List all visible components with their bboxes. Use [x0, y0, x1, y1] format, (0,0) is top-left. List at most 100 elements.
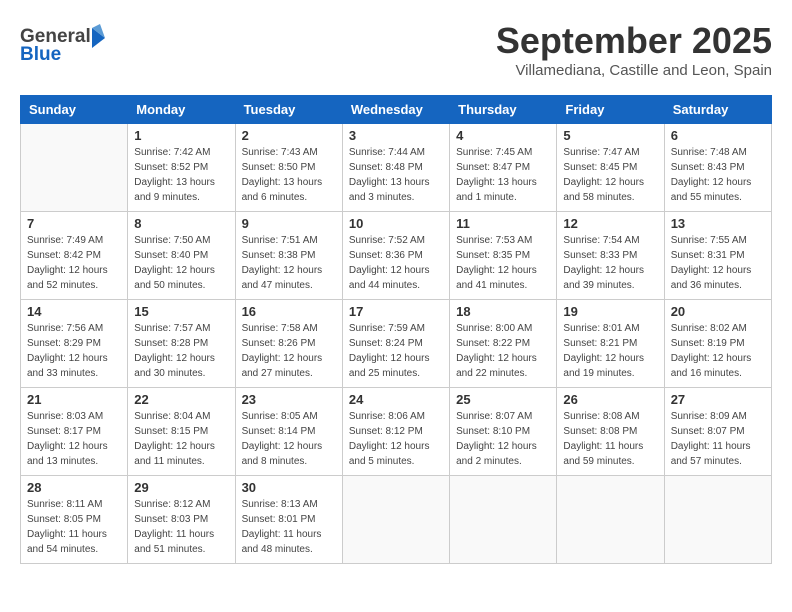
- day-number: 25: [456, 392, 550, 407]
- day-number: 14: [27, 304, 121, 319]
- day-info: Sunrise: 7:57 AMSunset: 8:28 PMDaylight:…: [134, 321, 228, 381]
- calendar-cell: 22 Sunrise: 8:04 AMSunset: 8:15 PMDayligh…: [128, 388, 235, 476]
- logo-icon: General Blue: [20, 20, 110, 65]
- calendar-cell: 10Sunrise: 7:52 AMSunset: 8:36 PMDayligh…: [342, 212, 449, 300]
- day-number: 13: [671, 216, 765, 231]
- day-number: 2: [242, 128, 336, 143]
- day-info: Sunrise: 7:54 AMSunset: 8:33 PMDaylight:…: [563, 233, 657, 293]
- calendar-cell: 2 Sunrise: 7:43 AMSunset: 8:50 PMDaylight…: [235, 124, 342, 212]
- day-number: 9: [242, 216, 336, 231]
- day-number: 24: [349, 392, 443, 407]
- calendar-cell: [342, 476, 449, 564]
- calendar-cell: 30 Sunrise: 8:13 AMSunset: 8:01 PMDayligh…: [235, 476, 342, 564]
- weekday-header-row: SundayMondayTuesdayWednesdayThursdayFrid…: [21, 96, 772, 124]
- calendar-cell: 23Sunrise: 8:05 AMSunset: 8:14 PMDayligh…: [235, 388, 342, 476]
- day-number: 27: [671, 392, 765, 407]
- weekday-header-wednesday: Wednesday: [342, 96, 449, 124]
- calendar-cell: 12 Sunrise: 7:54 AMSunset: 8:33 PMDayligh…: [557, 212, 664, 300]
- day-info: Sunrise: 7:44 AMSunset: 8:48 PMDaylight:…: [349, 145, 443, 205]
- week-row-2: 7Sunrise: 7:49 AMSunset: 8:42 PMDaylight…: [21, 212, 772, 300]
- weekday-header-saturday: Saturday: [664, 96, 771, 124]
- calendar-cell: 19 Sunrise: 8:01 AMSunset: 8:21 PMDayligh…: [557, 300, 664, 388]
- calendar-cell: 9 Sunrise: 7:51 AMSunset: 8:38 PMDaylight…: [235, 212, 342, 300]
- day-number: 22: [134, 392, 228, 407]
- day-info: Sunrise: 7:59 AMSunset: 8:24 PMDaylight:…: [349, 321, 443, 381]
- weekday-header-sunday: Sunday: [21, 96, 128, 124]
- day-info: Sunrise: 7:43 AMSunset: 8:50 PMDaylight:…: [242, 145, 336, 205]
- day-number: 18: [456, 304, 550, 319]
- calendar-cell: 16 Sunrise: 7:58 AMSunset: 8:26 PMDayligh…: [235, 300, 342, 388]
- day-info: Sunrise: 8:13 AMSunset: 8:01 PMDaylight:…: [242, 497, 336, 557]
- calendar-cell: 29 Sunrise: 8:12 AMSunset: 8:03 PMDayligh…: [128, 476, 235, 564]
- calendar-cell: 28Sunrise: 8:11 AMSunset: 8:05 PMDayligh…: [21, 476, 128, 564]
- calendar-table: SundayMondayTuesdayWednesdayThursdayFrid…: [20, 95, 772, 564]
- day-number: 15: [134, 304, 228, 319]
- calendar-cell: 18 Sunrise: 8:00 AMSunset: 8:22 PMDayligh…: [450, 300, 557, 388]
- day-number: 3: [349, 128, 443, 143]
- day-info: Sunrise: 7:45 AMSunset: 8:47 PMDaylight:…: [456, 145, 550, 205]
- day-info: Sunrise: 7:47 AMSunset: 8:45 PMDaylight:…: [563, 145, 657, 205]
- day-number: 12: [563, 216, 657, 231]
- day-info: Sunrise: 7:48 AMSunset: 8:43 PMDaylight:…: [671, 145, 765, 205]
- day-number: 5: [563, 128, 657, 143]
- day-number: 6: [671, 128, 765, 143]
- calendar-cell: 24 Sunrise: 8:06 AMSunset: 8:12 PMDayligh…: [342, 388, 449, 476]
- day-info: Sunrise: 7:58 AMSunset: 8:26 PMDaylight:…: [242, 321, 336, 381]
- calendar-cell: 11 Sunrise: 7:53 AMSunset: 8:35 PMDayligh…: [450, 212, 557, 300]
- title-section: September 2025 Villamediana, Castille an…: [496, 20, 772, 79]
- day-number: 17: [349, 304, 443, 319]
- weekday-header-thursday: Thursday: [450, 96, 557, 124]
- day-number: 21: [27, 392, 121, 407]
- day-info: Sunrise: 8:11 AMSunset: 8:05 PMDaylight:…: [27, 497, 121, 557]
- location: Villamediana, Castille and Leon, Spain: [496, 62, 772, 79]
- day-info: Sunrise: 8:09 AMSunset: 8:07 PMDaylight:…: [671, 409, 765, 469]
- week-row-3: 14 Sunrise: 7:56 AMSunset: 8:29 PMDayligh…: [21, 300, 772, 388]
- calendar-cell: 26Sunrise: 8:08 AMSunset: 8:08 PMDayligh…: [557, 388, 664, 476]
- weekday-header-monday: Monday: [128, 96, 235, 124]
- day-number: 23: [242, 392, 336, 407]
- day-info: Sunrise: 7:52 AMSunset: 8:36 PMDaylight:…: [349, 233, 443, 293]
- day-number: 30: [242, 480, 336, 495]
- calendar-cell: 6 Sunrise: 7:48 AMSunset: 8:43 PMDaylight…: [664, 124, 771, 212]
- calendar-cell: 4 Sunrise: 7:45 AMSunset: 8:47 PMDaylight…: [450, 124, 557, 212]
- calendar-cell: 7Sunrise: 7:49 AMSunset: 8:42 PMDaylight…: [21, 212, 128, 300]
- weekday-header-tuesday: Tuesday: [235, 96, 342, 124]
- day-info: Sunrise: 8:06 AMSunset: 8:12 PMDaylight:…: [349, 409, 443, 469]
- day-number: 8: [134, 216, 228, 231]
- day-number: 26: [563, 392, 657, 407]
- day-number: 19: [563, 304, 657, 319]
- calendar-cell: [450, 476, 557, 564]
- day-info: Sunrise: 7:56 AMSunset: 8:29 PMDaylight:…: [27, 321, 121, 381]
- day-number: 1: [134, 128, 228, 143]
- day-info: Sunrise: 8:04 AMSunset: 8:15 PMDaylight:…: [134, 409, 228, 469]
- calendar-cell: 5 Sunrise: 7:47 AMSunset: 8:45 PMDaylight…: [557, 124, 664, 212]
- day-number: 20: [671, 304, 765, 319]
- calendar-cell: 15 Sunrise: 7:57 AMSunset: 8:28 PMDayligh…: [128, 300, 235, 388]
- day-info: Sunrise: 8:00 AMSunset: 8:22 PMDaylight:…: [456, 321, 550, 381]
- day-number: 11: [456, 216, 550, 231]
- calendar-cell: 21Sunrise: 8:03 AMSunset: 8:17 PMDayligh…: [21, 388, 128, 476]
- calendar-cell: 1Sunrise: 7:42 AMSunset: 8:52 PMDaylight…: [128, 124, 235, 212]
- day-info: Sunrise: 7:51 AMSunset: 8:38 PMDaylight:…: [242, 233, 336, 293]
- logo: General Blue: [20, 20, 110, 65]
- calendar-cell: 8 Sunrise: 7:50 AMSunset: 8:40 PMDaylight…: [128, 212, 235, 300]
- calendar-cell: [557, 476, 664, 564]
- day-info: Sunrise: 7:50 AMSunset: 8:40 PMDaylight:…: [134, 233, 228, 293]
- day-number: 16: [242, 304, 336, 319]
- month-title: September 2025: [496, 20, 772, 62]
- day-info: Sunrise: 8:01 AMSunset: 8:21 PMDaylight:…: [563, 321, 657, 381]
- day-info: Sunrise: 8:12 AMSunset: 8:03 PMDaylight:…: [134, 497, 228, 557]
- day-number: 29: [134, 480, 228, 495]
- calendar-cell: 14 Sunrise: 7:56 AMSunset: 8:29 PMDayligh…: [21, 300, 128, 388]
- page-header: General Blue September 2025 Villamediana…: [20, 20, 772, 79]
- day-info: Sunrise: 7:53 AMSunset: 8:35 PMDaylight:…: [456, 233, 550, 293]
- calendar-cell: 27 Sunrise: 8:09 AMSunset: 8:07 PMDayligh…: [664, 388, 771, 476]
- day-info: Sunrise: 7:55 AMSunset: 8:31 PMDaylight:…: [671, 233, 765, 293]
- day-number: 7: [27, 216, 121, 231]
- day-number: 4: [456, 128, 550, 143]
- week-row-5: 28Sunrise: 8:11 AMSunset: 8:05 PMDayligh…: [21, 476, 772, 564]
- day-info: Sunrise: 8:07 AMSunset: 8:10 PMDaylight:…: [456, 409, 550, 469]
- weekday-header-friday: Friday: [557, 96, 664, 124]
- calendar-cell: 13 Sunrise: 7:55 AMSunset: 8:31 PMDayligh…: [664, 212, 771, 300]
- calendar-cell: 20Sunrise: 8:02 AMSunset: 8:19 PMDayligh…: [664, 300, 771, 388]
